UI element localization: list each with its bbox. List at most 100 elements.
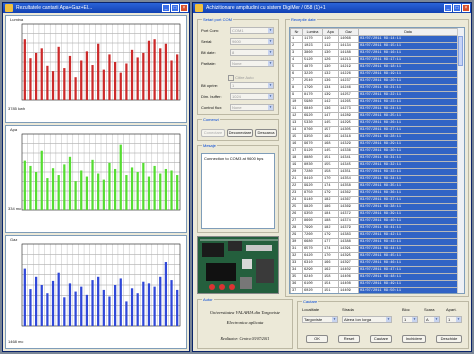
table-row[interactable]: 14 8760 157 14305 03/07/2011 09:27:11: [290, 126, 458, 134]
table-row[interactable]: 23 8750 179 14362 03/07/2011 09:36:11: [290, 189, 458, 197]
table-cell: 6920: [302, 112, 323, 120]
setari-field-select[interactable]: 8 ▼: [230, 49, 274, 56]
setari-field-select[interactable]: COM1 ▼: [230, 27, 274, 34]
table-row[interactable]: 12 6920 147 14289 03/07/2011 09:25:11: [290, 112, 458, 120]
table-cell: 18: [290, 154, 303, 162]
ok-button[interactable]: OK: [306, 335, 328, 343]
cautare-button[interactable]: Cautare: [370, 335, 392, 343]
table-row[interactable]: 32 6420 170 14395 03/07/2011 09:45:11: [290, 252, 458, 260]
setari-field-select[interactable]: 1 ▼: [230, 82, 274, 89]
maximize-icon[interactable]: □: [171, 4, 179, 12]
bar: [108, 296, 111, 326]
table-cell: 132: [322, 70, 339, 78]
table-row[interactable]: 13 5330 145 14295 03/07/2011 09:26:11: [290, 119, 458, 127]
table-row[interactable]: 17 9120 145 14336 03/07/2011 09:30:11: [290, 147, 458, 155]
table-row[interactable]: 5 4870 130 14219 03/07/2011 09:18:11: [290, 63, 458, 71]
deconectare-button[interactable]: Deconectare: [227, 129, 253, 137]
minimize-icon[interactable]: _: [162, 4, 170, 12]
table-row[interactable]: 28 7990 182 14379 03/07/2011 09:41:11: [290, 224, 458, 232]
column-header[interactable]: Data: [358, 28, 458, 36]
table-row[interactable]: 22 9920 174 14358 03/07/2011 09:35:11: [290, 182, 458, 190]
table-row[interactable]: 1 1170 110 14068 03/07/2011 09:14:11: [290, 35, 458, 43]
setari-field-select[interactable]: 1024 ▼: [230, 93, 274, 100]
column-header[interactable]: Lumina: [302, 28, 323, 36]
table-cell: 16: [290, 140, 303, 148]
table-row[interactable]: 31 6570 174 14391 03/07/2011 09:44:11: [290, 245, 458, 253]
table-row[interactable]: 6 3220 132 14226 03/07/2011 09:19:11: [290, 70, 458, 78]
table-row[interactable]: 2 1023 112 14134 03/07/2011 09:15:11: [290, 42, 458, 50]
reset-button[interactable]: Reset: [338, 335, 360, 343]
close-icon[interactable]: ×: [462, 4, 470, 12]
descarca-button[interactable]: Descarca: [255, 129, 277, 137]
setari-field-select[interactable]: 9600 ▼: [230, 38, 274, 45]
bar: [142, 162, 145, 210]
table-row[interactable]: 25 9820 186 14369 03/07/2011 09:38:11: [290, 203, 458, 211]
table-row[interactable]: 30 6680 177 14388 03/07/2011 09:43:11: [290, 238, 458, 246]
chevron-down-icon[interactable]: ▼: [268, 105, 273, 110]
bar: [176, 54, 179, 100]
checkbox-box[interactable]: [228, 75, 234, 81]
table-row[interactable]: 10 5980 142 14265 03/07/2011 09:23:11: [290, 98, 458, 106]
column-header[interactable]: Gaz: [338, 28, 359, 36]
scara-select[interactable]: A ▼: [424, 316, 440, 323]
table-row[interactable]: 11 6840 136 14273 03/07/2011 09:24:11: [290, 105, 458, 113]
table-cell: 03/07/2011 09:27:11: [358, 126, 458, 134]
table-row[interactable]: 4 5120 126 14213 03/07/2011 09:17:11: [290, 56, 458, 64]
chevron-down-icon[interactable]: ▼: [412, 317, 417, 322]
table-row[interactable]: 26 9350 184 14372 03/07/2011 09:39:11: [290, 210, 458, 218]
table-cell: 14408: [338, 280, 359, 288]
setari-field-select[interactable]: None ▼: [230, 60, 274, 67]
citire-auto-checkbox[interactable]: Citire Auto: [228, 75, 254, 81]
chevron-down-icon[interactable]: ▼: [268, 39, 273, 44]
chevron-down-icon[interactable]: ▼: [268, 50, 273, 55]
table-row[interactable]: 20 7280 158 14351 03/07/2011 09:33:11: [290, 168, 458, 176]
table-row[interactable]: 35 6240 158 14406 03/07/2011 09:48:11: [290, 273, 458, 281]
column-header[interactable]: Nr: [290, 28, 303, 36]
table-row[interactable]: 18 8880 151 14341 03/07/2011 09:31:11: [290, 154, 458, 162]
bloc-select[interactable]: 1 ▼: [402, 316, 418, 323]
maximize-icon[interactable]: □: [453, 4, 461, 12]
inchidere-button[interactable]: Inchidere: [402, 335, 426, 343]
table-row[interactable]: 21 8410 170 14354 03/07/2011 09:34:11: [290, 175, 458, 183]
table-cell: 03/07/2011 09:25:11: [358, 112, 458, 120]
chevron-down-icon[interactable]: ▼: [434, 317, 439, 322]
table-row[interactable]: 15 9350 162 14318 03/07/2011 09:28:11: [290, 133, 458, 141]
table-row[interactable]: 37 6020 151 14409 03/07/2011 09:50:11: [290, 287, 458, 293]
table-row[interactable]: 7 2540 136 14237 03/07/2011 09:20:11: [290, 77, 458, 85]
table-row[interactable]: 9 8170 139 14257 03/07/2011 09:22:11: [290, 91, 458, 99]
column-header[interactable]: Apa: [322, 28, 339, 36]
conectare-button[interactable]: Conectare: [201, 129, 225, 137]
setari-field-select[interactable]: None ▼: [230, 104, 274, 111]
chevron-down-icon[interactable]: ▼: [268, 61, 273, 66]
apart-select[interactable]: 1 ▼: [446, 316, 462, 323]
strada-select[interactable]: Aleea Ion Iorga ▼: [342, 316, 392, 323]
table-row[interactable]: 16 9670 168 14329 03/07/2011 09:29:11: [290, 140, 458, 148]
chevron-down-icon[interactable]: ▼: [268, 83, 273, 88]
minimize-icon[interactable]: _: [444, 4, 452, 12]
chevron-down-icon[interactable]: ▼: [456, 317, 461, 322]
chevron-down-icon[interactable]: ▼: [332, 317, 337, 322]
mesaje-box[interactable]: Connection to COM3 at 9600 bps: [201, 153, 275, 229]
table-row[interactable]: 29 7260 179 14383 03/07/2011 09:42:11: [290, 231, 458, 239]
table-row[interactable]: 36 6100 154 14408 03/07/2011 09:49:11: [290, 280, 458, 288]
table-row[interactable]: 3 3860 130 14188 03/07/2011 09:16:11: [290, 49, 458, 57]
localitate-select[interactable]: Targoviste ▼: [302, 316, 338, 323]
close-icon[interactable]: ×: [180, 4, 188, 12]
table-row[interactable]: 8 1790 134 14246 03/07/2011 09:21:11: [290, 84, 458, 92]
left-window-titlebar[interactable]: Rezultatele cantarii Apa+Gaz+El... _ □ ×: [3, 3, 189, 13]
table-row[interactable]: 19 8030 155 14345 03/07/2011 09:32:11: [290, 161, 458, 169]
table-row[interactable]: 24 9140 182 14367 03/07/2011 09:37:11: [290, 196, 458, 204]
table-row[interactable]: 27 8660 188 14374 03/07/2011 09:40:11: [290, 217, 458, 225]
table-row[interactable]: 34 6290 162 14402 03/07/2011 09:47:11: [290, 266, 458, 274]
chevron-down-icon[interactable]: ▼: [268, 94, 273, 99]
deschide-button[interactable]: Deschide: [436, 335, 462, 343]
table-row[interactable]: 33 6310 166 14397 03/07/2011 09:46:11: [290, 259, 458, 267]
receptie-table-container[interactable]: Nr Lumina Apa Gaz Data 1 1170 110 14068 03/07/20…: [289, 27, 465, 294]
table-cell: 14265: [338, 98, 359, 106]
bar: [63, 164, 66, 210]
chevron-down-icon[interactable]: ▼: [268, 28, 273, 33]
chevron-down-icon[interactable]: ▼: [386, 317, 391, 322]
right-window-titlebar[interactable]: Achizitionare ampitudini cu sistem DigiM…: [193, 3, 471, 13]
vertical-scrollbar[interactable]: [457, 28, 464, 293]
scrollbar-thumb[interactable]: [458, 36, 463, 66]
